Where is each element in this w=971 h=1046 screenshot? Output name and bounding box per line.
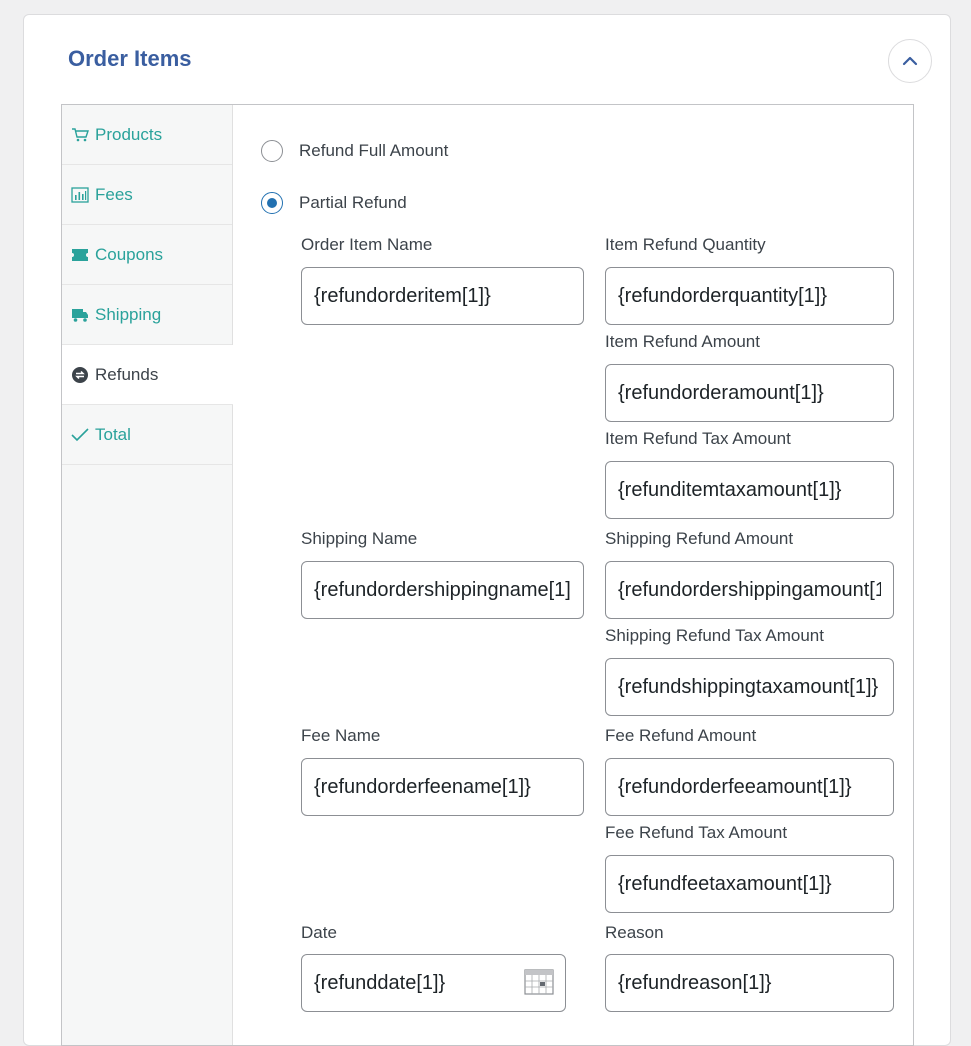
fee-refund-amount-label: Fee Refund Amount: [605, 726, 757, 745]
order-items-panel: Order Items Products Fees Coupons Shippi…: [23, 14, 951, 1046]
cart-icon: [71, 126, 89, 144]
collapse-button[interactable]: [888, 39, 932, 83]
date-field: [301, 954, 566, 1012]
shipping-refund-amount-label: Shipping Refund Amount: [605, 529, 794, 548]
truck-icon: [71, 306, 89, 324]
check-icon: [71, 426, 89, 444]
tab-total[interactable]: Total: [62, 405, 232, 465]
radio-label: Partial Refund: [299, 193, 407, 212]
tab-refunds[interactable]: Refunds: [62, 345, 233, 405]
reason-input[interactable]: [605, 954, 894, 1012]
fee-name-input[interactable]: [301, 758, 584, 816]
refund-full-radio[interactable]: [261, 140, 283, 162]
chevron-up-icon: [902, 56, 918, 66]
reason-label: Reason: [605, 923, 664, 942]
fee-refund-tax-amount-label: Fee Refund Tax Amount: [605, 823, 788, 842]
shipping-refund-tax-amount-label: Shipping Refund Tax Amount: [605, 626, 824, 645]
tab-label: Total: [95, 424, 131, 444]
shipping-refund-amount-input[interactable]: [605, 561, 894, 619]
item-refund-amount-input[interactable]: [605, 364, 894, 422]
tab-label: Coupons: [95, 244, 164, 264]
refund-icon: [71, 366, 89, 384]
partial-refund-option[interactable]: Partial Refund: [261, 192, 407, 214]
tab-fees[interactable]: Fees: [62, 165, 232, 225]
item-refund-tax-amount-input[interactable]: [605, 461, 894, 519]
item-refund-amount-label: Item Refund Amount: [605, 332, 760, 351]
order-item-name-input[interactable]: [301, 267, 584, 325]
order-item-name-label: Order Item Name: [301, 235, 433, 254]
tab-coupons[interactable]: Coupons: [62, 225, 232, 285]
shipping-name-label: Shipping Name: [301, 529, 418, 548]
tab-label: Refunds: [95, 364, 159, 384]
fee-refund-amount-input[interactable]: [605, 758, 894, 816]
order-items-body: Products Fees Coupons Shipping Refunds T…: [61, 104, 914, 1046]
date-label: Date: [301, 923, 337, 942]
calendar-icon[interactable]: [524, 969, 554, 995]
panel-title: Order Items: [68, 46, 192, 71]
side-tabs: Products Fees Coupons Shipping Refunds T…: [62, 105, 233, 1045]
tab-label: Fees: [95, 184, 133, 204]
tab-label: Products: [95, 124, 163, 144]
shipping-name-input[interactable]: [301, 561, 584, 619]
fee-refund-tax-amount-input[interactable]: [605, 855, 894, 913]
bar-chart-icon: [71, 186, 89, 204]
item-refund-quantity-label: Item Refund Quantity: [605, 235, 766, 254]
partial-refund-radio[interactable]: [261, 192, 283, 214]
refunds-content: Refund Full Amount Partial Refund Order …: [233, 105, 913, 1045]
tab-label: Shipping: [95, 304, 162, 324]
fee-name-label: Fee Name: [301, 726, 381, 745]
item-refund-quantity-input[interactable]: [605, 267, 894, 325]
tab-shipping[interactable]: Shipping: [62, 285, 232, 345]
tab-products[interactable]: Products: [62, 105, 232, 165]
ticket-icon: [71, 246, 89, 264]
radio-label: Refund Full Amount: [299, 141, 449, 160]
item-refund-tax-amount-label: Item Refund Tax Amount: [605, 429, 791, 448]
refund-full-amount-option[interactable]: Refund Full Amount: [261, 140, 448, 162]
shipping-refund-tax-amount-input[interactable]: [605, 658, 894, 716]
